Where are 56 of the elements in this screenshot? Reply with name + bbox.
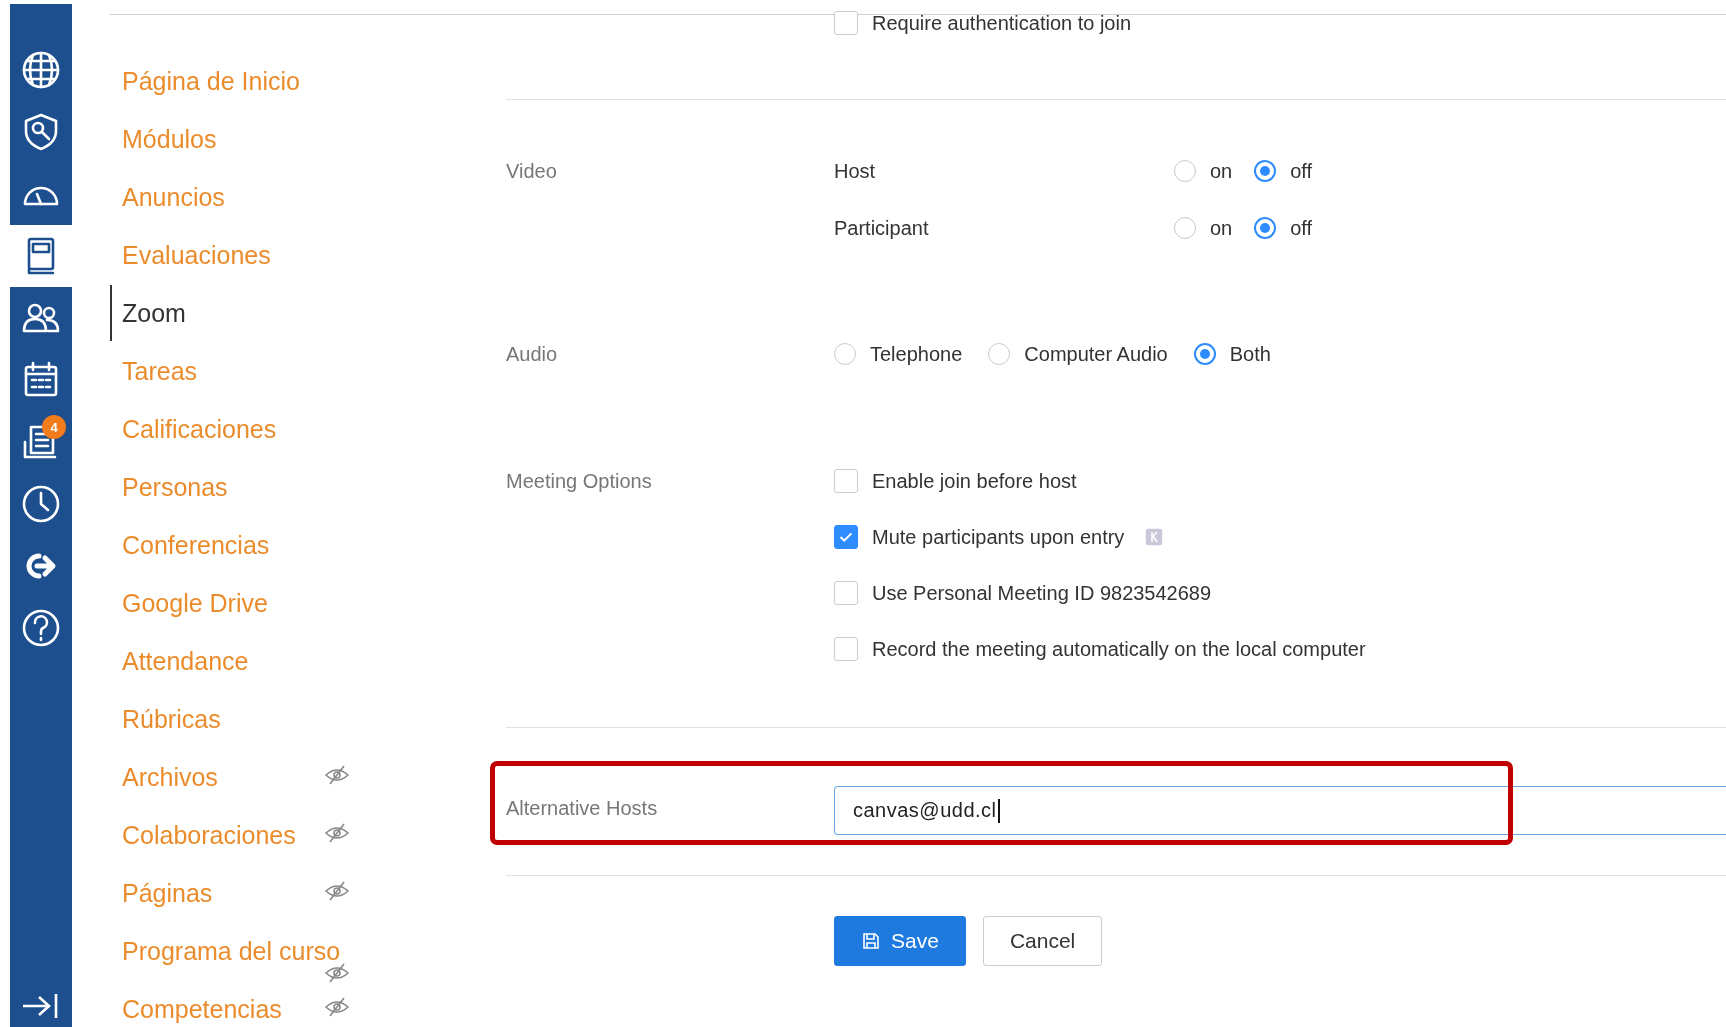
checkbox[interactable] [834,525,858,549]
cancel-button[interactable]: Cancel [982,916,1103,966]
save-icon [861,931,881,951]
option-label: Record the meeting automatically on the local computer [872,637,1366,662]
option-label: Mute participants upon entry [872,525,1125,550]
course-nav-link[interactable]: Personas [110,459,238,515]
clock-icon [21,484,61,524]
checkbox[interactable] [834,469,858,493]
course-nav-link[interactable]: Google Drive [110,575,278,631]
notification-badge: 4 [42,415,66,439]
section-label: Alternative Hosts [506,795,659,821]
row-label: Host [834,159,877,184]
course-nav-link[interactable]: Competencias [110,981,292,1027]
save-button[interactable]: Save [834,916,966,966]
radio-label: Telephone [870,342,963,367]
checkbox[interactable] [834,11,858,35]
course-nav-link[interactable]: Tareas [110,343,208,399]
option-label: Enable join before host [872,469,1077,494]
course-nav-link[interactable]: Página de Inicio [110,53,310,109]
course-nav-link[interactable]: Colaboraciones [110,807,306,863]
course-nav-link[interactable]: Rúbricas [110,691,231,747]
course-nav-link[interactable]: Attendance [110,633,259,689]
row-label: Participant [834,216,930,241]
radio-button[interactable] [1174,217,1196,239]
globe-icon [21,50,61,90]
course-nav-link[interactable]: Archivos [110,749,228,805]
course-nav-link[interactable]: Evaluaciones [110,227,281,283]
course-nav-link[interactable]: Páginas [110,865,223,921]
course-nav-link[interactable]: Calificaciones [110,401,287,457]
rail-item[interactable]: 4 [10,411,72,473]
course-nav-link[interactable]: Módulos [110,111,227,167]
radio-label: Both [1229,342,1271,367]
radio-button[interactable] [1254,217,1277,239]
radio-button[interactable] [834,343,856,365]
course-nav-link[interactable]: Conferencias [110,517,280,573]
radio-label: Computer Audio [1024,342,1168,367]
input-field[interactable]: canvas@udd.cl [834,786,1726,835]
radio-button[interactable] [1254,160,1277,182]
help-icon [21,608,61,648]
option-label: Use Personal Meeting ID 9823542689 [872,581,1212,606]
section-label: Video [506,159,558,184]
radio-button[interactable] [1193,343,1216,365]
radio-label: off [1290,159,1313,184]
course-nav-link[interactable]: Zoom [110,285,196,341]
radio-button[interactable] [988,343,1011,365]
checkbox[interactable] [834,637,858,661]
section-label: Meeting Options [506,469,653,494]
radio-button[interactable] [1174,160,1196,182]
section-label: Audio [506,342,559,367]
radio-label: off [1290,216,1313,241]
radio-label: on [1210,159,1233,184]
course-nav-link[interactable]: Anuncios [110,169,235,225]
radio-label: on [1210,216,1233,241]
option-label: Require authentication to join [872,11,1132,36]
course-nav-link[interactable]: Programa del curso [110,923,351,979]
checkbox[interactable] [834,581,858,605]
